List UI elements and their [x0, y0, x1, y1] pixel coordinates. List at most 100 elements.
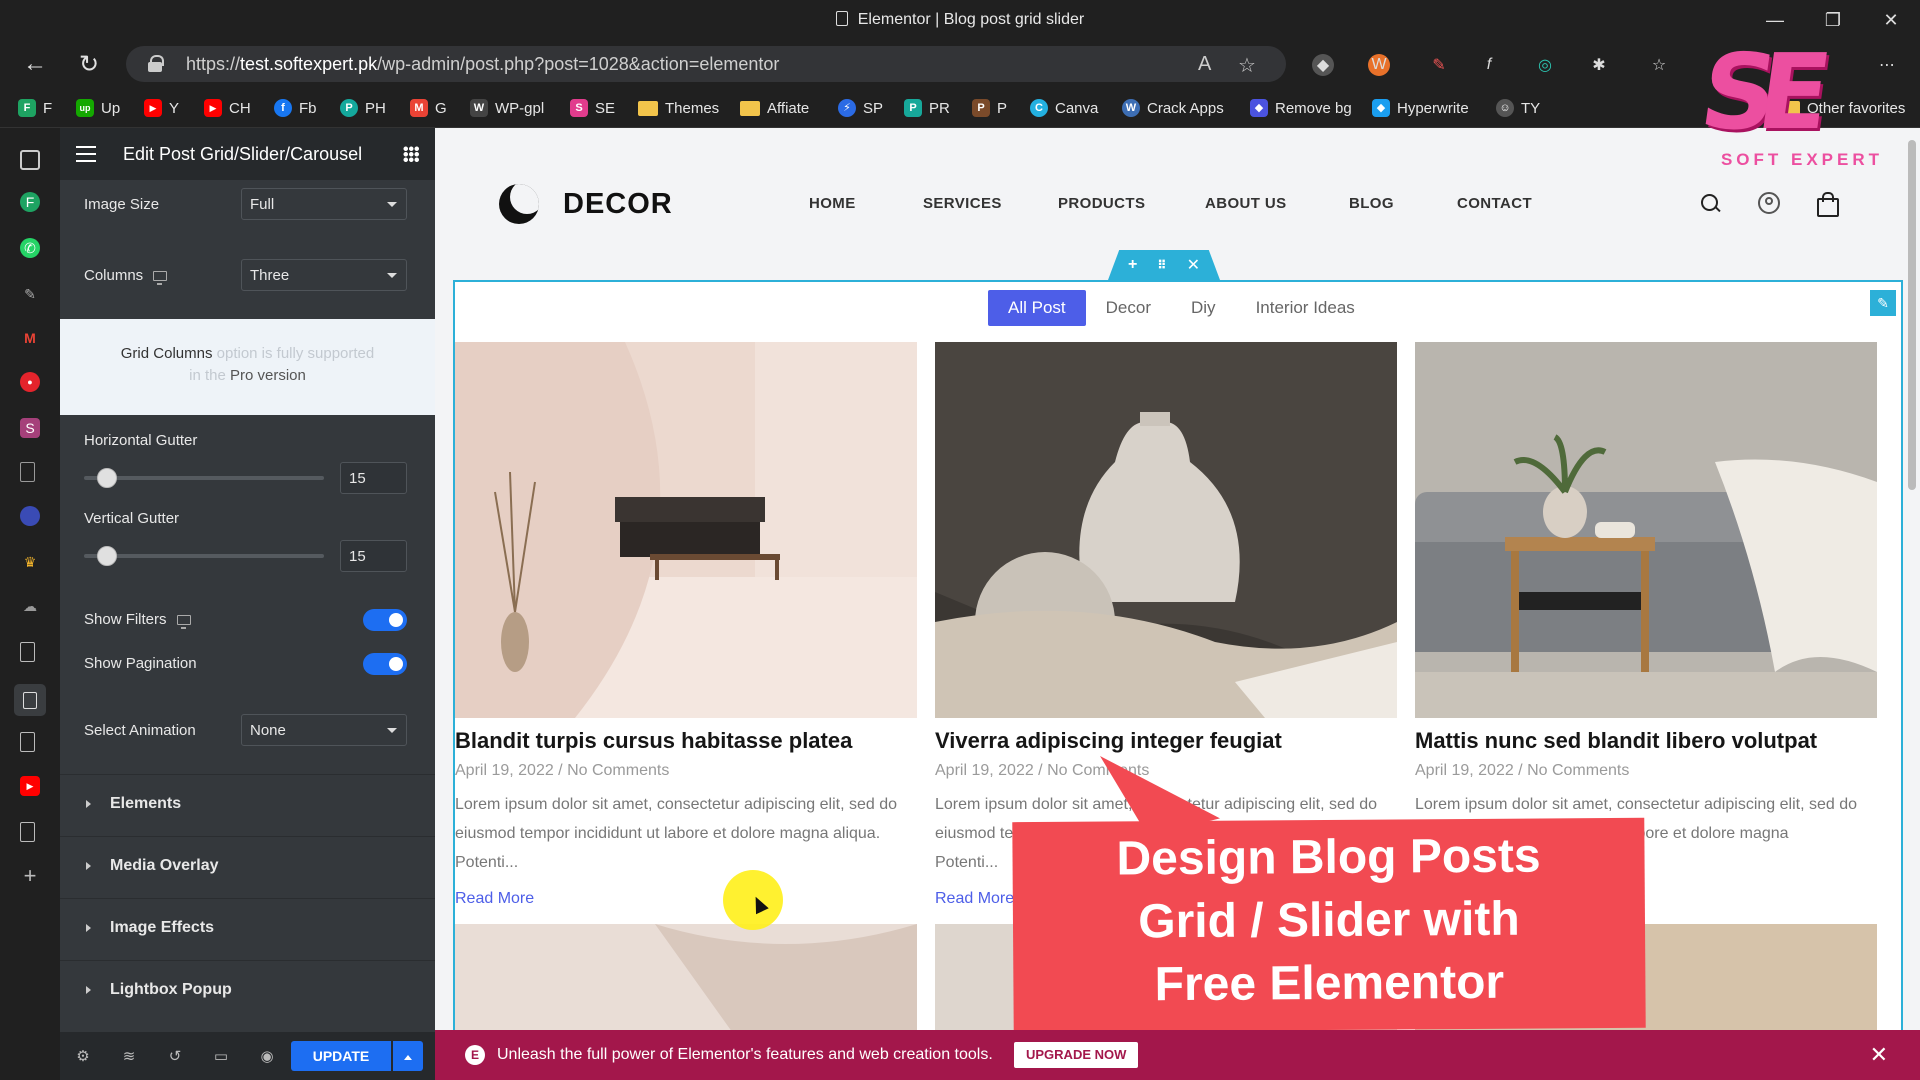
record-icon[interactable]: ●	[20, 372, 40, 392]
section-elements[interactable]: Elements	[60, 774, 435, 832]
section-media-overlay[interactable]: Media Overlay	[60, 836, 435, 894]
favorite-star-icon[interactable]: ☆	[1238, 53, 1256, 78]
search-icon[interactable]	[1699, 192, 1721, 214]
read-more-link[interactable]: Read More	[935, 890, 1014, 908]
hamburger-menu-icon[interactable]	[76, 146, 96, 162]
update-button[interactable]: UPDATE	[291, 1041, 391, 1071]
desktop-icon[interactable]	[153, 271, 168, 285]
show-filters-toggle[interactable]	[363, 609, 407, 631]
page-icon[interactable]	[20, 462, 35, 482]
post-image[interactable]	[935, 342, 1397, 718]
wordpress-extension-icon[interactable]: W	[1368, 54, 1390, 76]
close-notice-icon[interactable]: ✕	[1870, 1042, 1888, 1068]
preview-eye-icon[interactable]: ◉	[258, 1047, 276, 1065]
settings-gear-icon[interactable]: ⚙	[74, 1047, 92, 1065]
bookmark-fb[interactable]: f Fb	[274, 97, 317, 119]
post-image[interactable]	[1415, 342, 1877, 718]
select-animation-select[interactable]: None	[241, 714, 407, 746]
extensions-puzzle-icon[interactable]: ✱	[1588, 54, 1610, 76]
bookmark-se[interactable]: S SE	[570, 97, 615, 119]
bookmark-ph[interactable]: P PH	[340, 97, 386, 119]
bookmark-affiate[interactable]: Affiate	[740, 97, 809, 119]
section-lightbox-popup[interactable]: Lightbox Popup	[60, 960, 435, 1018]
bookmark-f[interactable]: FF	[18, 97, 52, 119]
nav-contact[interactable]: CONTACT	[1457, 195, 1532, 212]
youtube-icon[interactable]: ▶	[20, 776, 40, 796]
preview-scrollbar[interactable]	[1908, 140, 1916, 490]
page-icon[interactable]	[20, 642, 35, 662]
bookmark-up[interactable]: up Up	[76, 97, 120, 119]
read-more-link[interactable]: Read More	[455, 890, 534, 908]
update-options-chevron-icon[interactable]	[393, 1041, 423, 1071]
filter-diy[interactable]: Diy	[1171, 290, 1236, 326]
add-icon[interactable]: +	[20, 863, 40, 888]
post-image[interactable]	[455, 924, 917, 1030]
nav-products[interactable]: PRODUCTS	[1058, 195, 1145, 212]
bookmark-remove-bg[interactable]: ◆ Remove bg	[1250, 97, 1352, 119]
slider-handle[interactable]	[97, 546, 118, 566]
image-size-select[interactable]: Full	[241, 188, 407, 220]
columns-select[interactable]: Three	[241, 259, 407, 291]
delete-section-icon[interactable]: ✕	[1187, 255, 1200, 275]
favorites-list-icon[interactable]: ☆	[1648, 54, 1670, 76]
circle-app-icon[interactable]	[20, 506, 40, 526]
post-comments[interactable]: No Comments	[567, 762, 669, 779]
pro-version-link[interactable]: Pro version	[230, 367, 306, 384]
shopping-bag-icon[interactable]	[1816, 192, 1839, 217]
history-icon[interactable]: ↺	[166, 1047, 184, 1065]
bookmark-crack-apps[interactable]: W Crack Apps	[1122, 97, 1224, 119]
f-app-icon[interactable]: F	[20, 192, 40, 212]
vertical-gutter-input[interactable]: 15	[340, 540, 407, 572]
post-title[interactable]: Viverra adipiscing integer feugiat	[935, 728, 1405, 754]
nav-blog[interactable]: BLOG	[1349, 195, 1394, 212]
shield-extension-icon[interactable]: ◆	[1312, 54, 1334, 76]
feather-icon[interactable]: ✎	[20, 284, 40, 304]
refresh-icon[interactable]: ↻	[72, 48, 106, 80]
url-text[interactable]: https://test.softexpert.pk/wp-admin/post…	[186, 54, 779, 75]
close-window-button[interactable]: ✕	[1862, 0, 1920, 40]
address-bar[interactable]: https://test.softexpert.pk/wp-admin/post…	[126, 46, 1286, 82]
filter-interior-ideas[interactable]: Interior Ideas	[1236, 290, 1375, 326]
bookmark-p[interactable]: PP	[972, 97, 1007, 119]
horizontal-gutter-slider[interactable]	[84, 468, 324, 488]
desktop-icon[interactable]	[176, 615, 191, 629]
vertical-gutter-slider[interactable]	[84, 546, 324, 566]
bookmark-hyperwrite[interactable]: ◆ Hyperwrite	[1372, 97, 1469, 119]
filter-all-post[interactable]: All Post	[988, 290, 1086, 326]
nav-services[interactable]: SERVICES	[923, 195, 1002, 212]
tabs-icon[interactable]	[20, 150, 40, 170]
function-extension-icon[interactable]: f	[1478, 54, 1500, 76]
cloud-icon[interactable]: ☁	[20, 596, 40, 616]
layers-icon[interactable]: ≋	[120, 1047, 138, 1065]
page-icon[interactable]	[20, 822, 35, 842]
horizontal-gutter-input[interactable]: 15	[340, 462, 407, 494]
whatsapp-icon[interactable]: ✆	[20, 238, 40, 258]
bookmark-y[interactable]: ▶ Y	[144, 97, 179, 119]
nav-about-us[interactable]: ABOUT US	[1205, 195, 1287, 212]
responsive-mode-icon[interactable]: ▭	[212, 1047, 230, 1065]
post-comments[interactable]: No Comments	[1527, 762, 1629, 779]
app-icon[interactable]: S	[20, 418, 40, 438]
bookmark-wp-gpl[interactable]: W WP-gpl	[470, 97, 544, 119]
bookmark-themes[interactable]: Themes	[638, 97, 719, 119]
slider-handle[interactable]	[97, 468, 118, 488]
upgrade-now-button[interactable]: UPGRADE NOW	[1014, 1042, 1139, 1068]
bookmark-pr[interactable]: P PR	[904, 97, 950, 119]
post-title[interactable]: Mattis nunc sed blandit libero volutpat	[1415, 728, 1885, 754]
show-pagination-toggle[interactable]	[363, 653, 407, 675]
decor-logo-icon[interactable]	[499, 184, 539, 224]
bookmark-ch[interactable]: ▶ CH	[204, 97, 251, 119]
sync-extension-icon[interactable]: ◎	[1534, 54, 1556, 76]
pen-extension-icon[interactable]: ✎	[1428, 54, 1450, 76]
drag-handle-icon[interactable]: ⠿	[1157, 258, 1166, 272]
bookmark-ty[interactable]: ☺ TY	[1496, 97, 1540, 119]
bookmark-sp[interactable]: ⚡ SP	[838, 97, 883, 119]
widgets-grid-icon[interactable]	[403, 146, 419, 162]
add-section-icon[interactable]: +	[1128, 256, 1137, 274]
site-logo-text[interactable]: DECOR	[563, 188, 673, 221]
section-handle[interactable]: + ⠿ ✕	[1108, 250, 1220, 280]
bookmark-canva[interactable]: C Canva	[1030, 97, 1098, 119]
user-account-icon[interactable]	[1758, 192, 1780, 214]
gmail-icon[interactable]: M	[20, 328, 40, 348]
active-page-icon[interactable]	[14, 684, 46, 716]
